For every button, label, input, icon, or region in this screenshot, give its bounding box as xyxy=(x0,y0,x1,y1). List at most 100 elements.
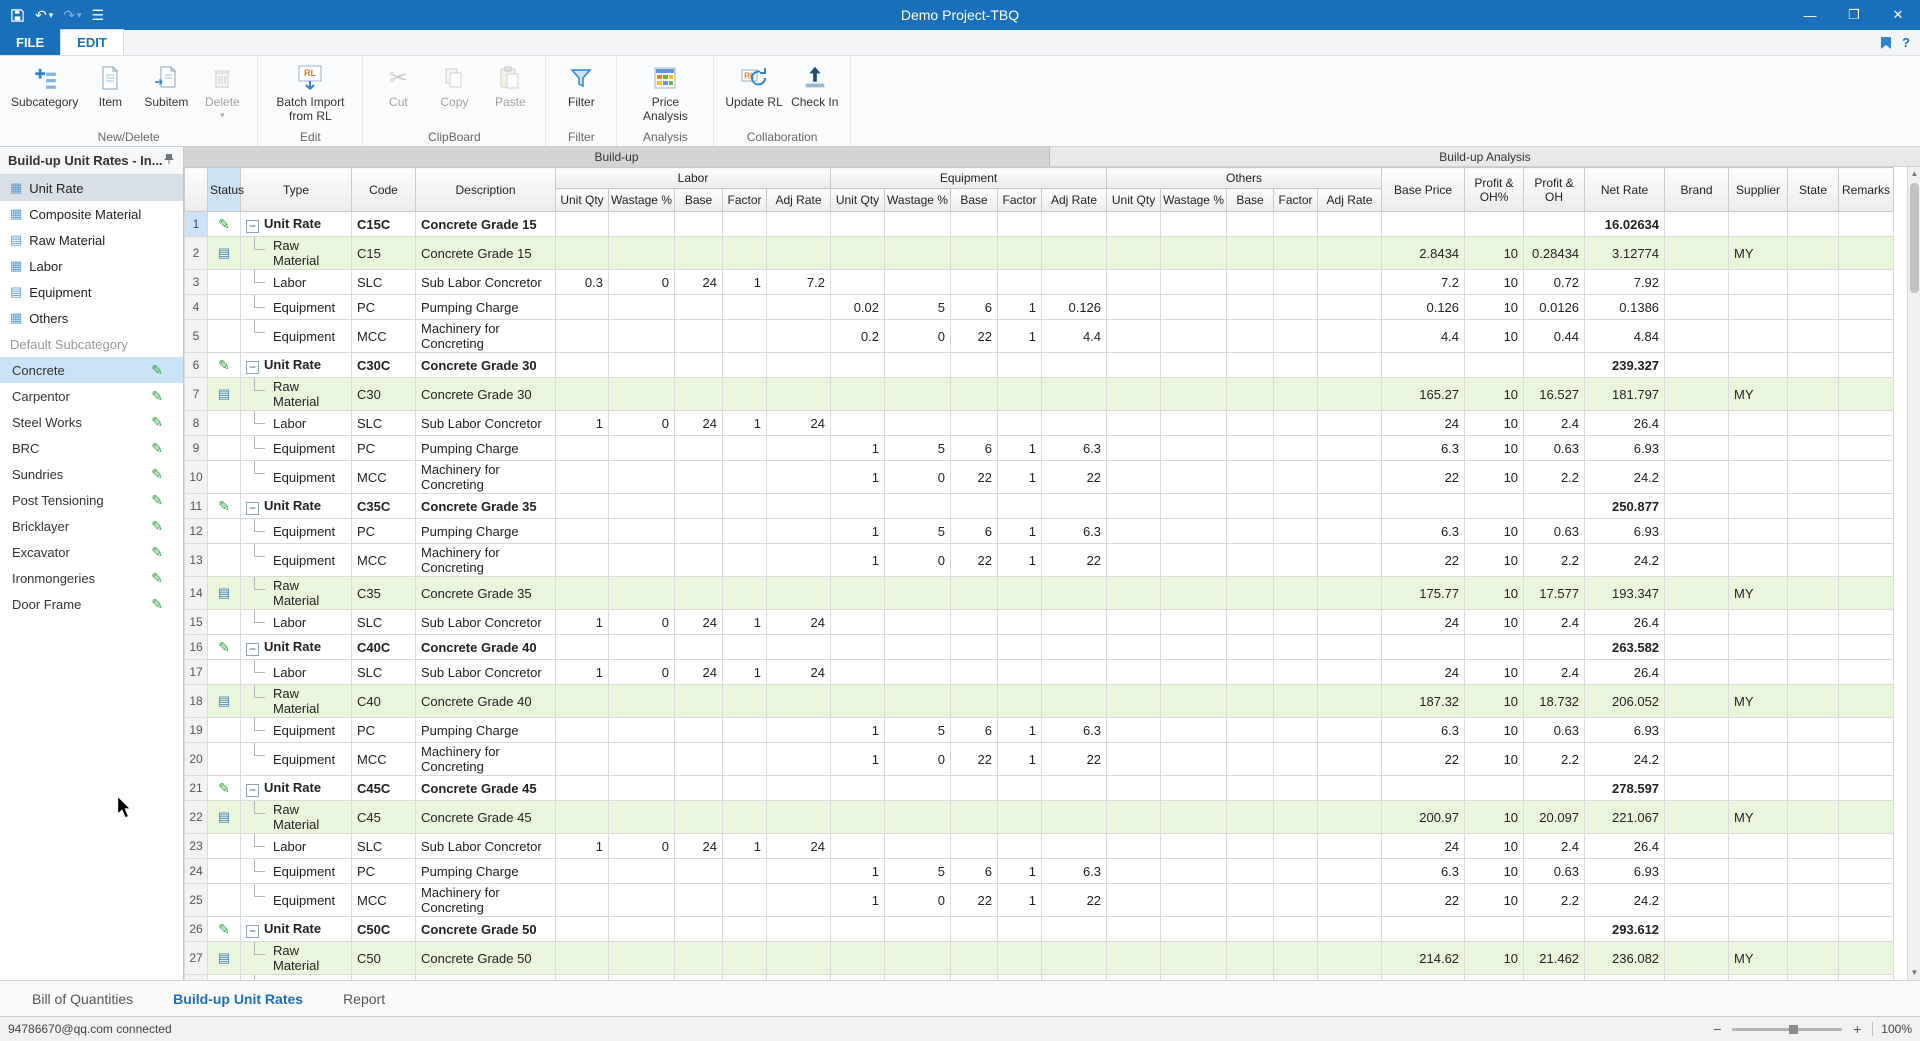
others-factor-cell[interactable] xyxy=(1274,270,1318,295)
edit-pencil-icon[interactable]: ✎ xyxy=(151,388,163,405)
others-wastage-cell[interactable] xyxy=(1161,834,1227,859)
others-base-cell[interactable] xyxy=(1227,942,1274,975)
labor-factor-cell[interactable] xyxy=(723,320,767,353)
equipment-base-cell[interactable] xyxy=(951,776,998,801)
subitem-button[interactable]: Subitem xyxy=(139,60,193,128)
labor-unit-qty-cell[interactable] xyxy=(556,353,609,378)
equipment-unit-qty-cell[interactable] xyxy=(831,494,885,519)
col-header-profit-oh[interactable]: Profit & OH xyxy=(1524,168,1585,212)
others-adj-rate-cell[interactable] xyxy=(1318,942,1382,975)
code-cell[interactable]: SLC xyxy=(352,660,416,685)
description-cell[interactable]: Pumping Charge xyxy=(416,718,556,743)
others-factor-cell[interactable] xyxy=(1274,353,1318,378)
status-cell[interactable] xyxy=(208,859,241,884)
base-price-cell[interactable]: 6.3 xyxy=(1382,718,1465,743)
equipment-wastage-cell[interactable] xyxy=(885,834,951,859)
others-base-cell[interactable] xyxy=(1227,544,1274,577)
customize-toolbar-button[interactable]: ☰ xyxy=(92,7,105,24)
others-wastage-cell[interactable] xyxy=(1161,461,1227,494)
others-unit-qty-cell[interactable] xyxy=(1107,635,1161,660)
state-cell[interactable] xyxy=(1788,519,1839,544)
others-wastage-cell[interactable] xyxy=(1161,237,1227,270)
equipment-adj-rate-cell[interactable]: 6.3 xyxy=(1042,519,1107,544)
others-unit-qty-cell[interactable] xyxy=(1107,743,1161,776)
profit-oh-pct-cell[interactable]: 10 xyxy=(1465,718,1524,743)
equipment-unit-qty-cell[interactable] xyxy=(831,237,885,270)
labor-wastage-cell[interactable] xyxy=(609,685,675,718)
base-price-cell[interactable]: 2.8434 xyxy=(1382,237,1465,270)
status-cell[interactable] xyxy=(208,884,241,917)
labor-factor-cell[interactable] xyxy=(723,295,767,320)
remarks-cell[interactable] xyxy=(1839,743,1894,776)
status-cell[interactable] xyxy=(208,270,241,295)
profit-oh-cell[interactable]: 2.2 xyxy=(1524,544,1585,577)
equipment-unit-qty-cell[interactable]: 1 xyxy=(831,436,885,461)
equipment-unit-qty-cell[interactable] xyxy=(831,270,885,295)
labor-base-cell[interactable]: 24 xyxy=(675,270,723,295)
col-header-type[interactable]: Type xyxy=(241,168,352,212)
state-cell[interactable] xyxy=(1788,776,1839,801)
supplier-cell[interactable]: MY xyxy=(1729,801,1788,834)
labor-wastage-cell[interactable] xyxy=(609,917,675,942)
remarks-cell[interactable] xyxy=(1839,270,1894,295)
status-cell[interactable] xyxy=(208,718,241,743)
others-unit-qty-cell[interactable] xyxy=(1107,411,1161,436)
others-base-cell[interactable] xyxy=(1227,834,1274,859)
others-adj-rate-cell[interactable] xyxy=(1318,461,1382,494)
others-factor-cell[interactable] xyxy=(1274,776,1318,801)
status-cell[interactable]: ✎ xyxy=(208,212,241,237)
equipment-base-cell[interactable]: 22 xyxy=(951,884,998,917)
description-cell[interactable]: Machinery for Concreting xyxy=(416,743,556,776)
others-factor-cell[interactable] xyxy=(1274,884,1318,917)
equipment-adj-rate-cell[interactable] xyxy=(1042,494,1107,519)
profit-oh-pct-cell[interactable]: 10 xyxy=(1465,801,1524,834)
labor-adj-rate-cell[interactable]: 24 xyxy=(767,660,831,685)
equipment-factor-cell[interactable] xyxy=(998,801,1042,834)
status-cell[interactable]: ✎ xyxy=(208,494,241,519)
status-cell[interactable] xyxy=(208,320,241,353)
net-rate-cell[interactable]: 278.597 xyxy=(1585,776,1665,801)
equipment-factor-cell[interactable]: 1 xyxy=(998,718,1042,743)
status-cell[interactable] xyxy=(208,436,241,461)
labor-wastage-cell[interactable] xyxy=(609,743,675,776)
labor-base-cell[interactable] xyxy=(675,436,723,461)
remarks-cell[interactable] xyxy=(1839,917,1894,942)
code-cell[interactable]: MCC xyxy=(352,544,416,577)
status-cell[interactable] xyxy=(208,610,241,635)
equipment-unit-qty-cell[interactable]: 1 xyxy=(831,519,885,544)
base-price-cell[interactable] xyxy=(1382,212,1465,237)
base-price-cell[interactable]: 187.32 xyxy=(1382,685,1465,718)
labor-factor-cell[interactable] xyxy=(723,519,767,544)
labor-base-cell[interactable] xyxy=(675,295,723,320)
status-cell[interactable] xyxy=(208,519,241,544)
brand-cell[interactable] xyxy=(1665,295,1729,320)
others-factor-cell[interactable] xyxy=(1274,635,1318,660)
chevron-down-icon[interactable]: ▾ xyxy=(220,110,225,120)
state-cell[interactable] xyxy=(1788,685,1839,718)
brand-cell[interactable] xyxy=(1665,544,1729,577)
state-cell[interactable] xyxy=(1788,917,1839,942)
others-unit-qty-cell[interactable] xyxy=(1107,942,1161,975)
others-base-cell[interactable] xyxy=(1227,436,1274,461)
others-wastage-cell[interactable] xyxy=(1161,544,1227,577)
others-factor-cell[interactable] xyxy=(1274,859,1318,884)
others-base-cell[interactable] xyxy=(1227,237,1274,270)
profit-oh-cell[interactable]: 16.527 xyxy=(1524,378,1585,411)
profit-oh-cell[interactable] xyxy=(1524,776,1585,801)
status-cell[interactable]: ✎ xyxy=(208,917,241,942)
others-factor-cell[interactable] xyxy=(1274,718,1318,743)
supplier-cell[interactable] xyxy=(1729,270,1788,295)
row-number[interactable]: 17 xyxy=(185,660,208,685)
supplier-cell[interactable] xyxy=(1729,610,1788,635)
col-header-base-price[interactable]: Base Price xyxy=(1382,168,1465,212)
others-base-cell[interactable] xyxy=(1227,743,1274,776)
tab-bill-of-quantities[interactable]: Bill of Quantities xyxy=(12,991,153,1007)
equipment-wastage-cell[interactable] xyxy=(885,270,951,295)
supplier-cell[interactable] xyxy=(1729,411,1788,436)
base-price-cell[interactable]: 6.3 xyxy=(1382,436,1465,461)
net-rate-cell[interactable]: 16.02634 xyxy=(1585,212,1665,237)
others-unit-qty-cell[interactable] xyxy=(1107,718,1161,743)
others-unit-qty-cell[interactable] xyxy=(1107,685,1161,718)
zoom-out-button[interactable]: − xyxy=(1710,1021,1724,1037)
cut-button[interactable]: ✂ Cut xyxy=(371,60,425,128)
